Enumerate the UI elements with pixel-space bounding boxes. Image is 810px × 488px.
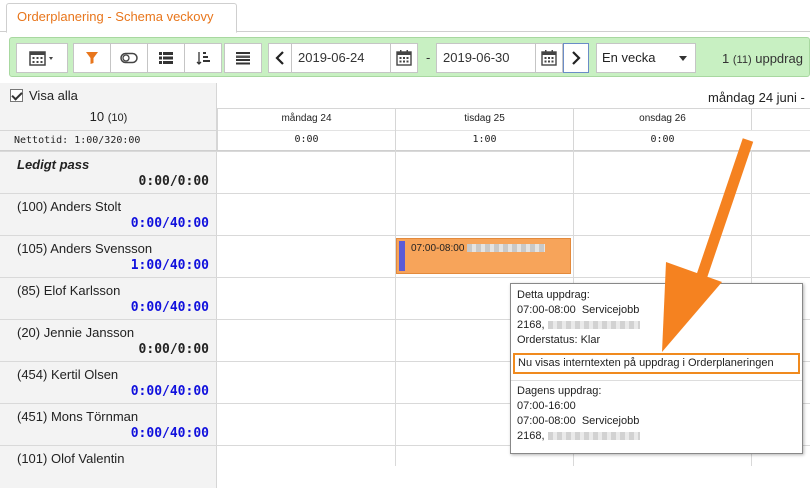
chevron-down-icon xyxy=(679,56,687,61)
toggle-icon xyxy=(120,52,138,64)
calendar-icon xyxy=(29,51,53,66)
filter-button[interactable] xyxy=(73,43,111,73)
show-all-toggle[interactable]: Visa alla xyxy=(10,88,78,103)
details-button[interactable] xyxy=(224,43,262,73)
toolbar: 2019-06-24 - 2019-06-30 En vecka 1 (11) … xyxy=(9,37,810,77)
redacted-text xyxy=(467,244,546,253)
resource-row-header: (451) Mons Törnman 0:00/40:00 xyxy=(0,404,217,446)
redacted-text xyxy=(547,321,640,330)
resource-hours: 1:00/40:00 xyxy=(130,258,209,273)
resource-row-header: (101) Olof Valentin xyxy=(0,446,217,488)
day-total-tuesday: 1:00 xyxy=(395,130,573,150)
order-block-time: 07:00-08:00 xyxy=(411,243,465,254)
net-time-summary: Nettotid: 1:00/320:00 xyxy=(0,130,217,150)
order-status-bar xyxy=(399,241,405,271)
caret-down-icon xyxy=(49,57,53,60)
date-to-input[interactable]: 2019-06-30 xyxy=(436,43,536,73)
list-view-button[interactable] xyxy=(147,43,185,73)
resource-row-header: (20) Jennie Jansson 0:00/0:00 xyxy=(0,320,217,362)
tooltip-day-heading: Dagens uppdrag: xyxy=(517,385,602,397)
tooltip-day-customer: 2168, xyxy=(517,429,796,444)
period-select-value: En vecka xyxy=(602,50,656,65)
calendar-menu-button[interactable] xyxy=(16,43,68,73)
resource-row-header: (105) Anders Svensson 1:00/40:00 xyxy=(0,236,217,278)
sort-button[interactable] xyxy=(184,43,222,73)
order-tooltip: Detta uppdrag: 07:00-08:00 Servicejobb 2… xyxy=(510,283,803,454)
period-select[interactable]: En vecka xyxy=(596,43,696,73)
grid-line xyxy=(395,150,396,466)
resource-count: 10 (10) xyxy=(0,109,217,124)
resource-name: (454) Kertil Olsen xyxy=(17,367,119,382)
chevron-left-icon xyxy=(275,51,284,65)
resource-name: (101) Olof Valentin xyxy=(17,451,125,466)
toggle-button[interactable] xyxy=(110,43,148,73)
resource-hours: 0:00/40:00 xyxy=(130,216,209,231)
date-from-input[interactable]: 2019-06-24 xyxy=(291,43,391,73)
day-header-tuesday: tisdag 25 xyxy=(395,108,573,130)
date-range-separator: - xyxy=(426,50,431,65)
resource-row[interactable]: Ledigt pass 0:00/0:00 xyxy=(0,151,810,194)
status-text: uppdrag xyxy=(755,51,803,66)
tab-orderplanering[interactable]: Orderplanering - Schema veckovy xyxy=(6,3,237,33)
next-week-button[interactable] xyxy=(563,43,589,73)
status-count: 1 xyxy=(722,51,730,66)
day-total-wednesday: 0:00 xyxy=(573,130,751,150)
resource-hours: 0:00/40:00 xyxy=(130,300,209,315)
day-total-monday: 0:00 xyxy=(217,130,395,150)
status-total: (11) xyxy=(732,54,752,66)
resource-row[interactable]: (100) Anders Stolt 0:00/40:00 xyxy=(0,193,810,236)
tooltip-this-heading: Detta uppdrag: xyxy=(517,289,590,301)
tooltip-day-range: 07:00-16:00 xyxy=(517,400,576,412)
resource-hours: 0:00/0:00 xyxy=(138,342,209,357)
resource-row-header: (454) Kertil Olsen 0:00/40:00 xyxy=(0,362,217,404)
calendar-icon xyxy=(541,50,557,66)
show-all-label: Visa alla xyxy=(29,88,78,103)
date-from-picker-button[interactable] xyxy=(390,43,418,73)
resource-name: (20) Jennie Jansson xyxy=(17,325,135,340)
resource-row-header: Ledigt pass 0:00/0:00 xyxy=(0,152,217,194)
order-block[interactable]: 07:00-08:00 xyxy=(396,238,571,274)
resource-name: Ledigt pass xyxy=(17,157,90,172)
tab-strip: Orderplanering - Schema veckovy xyxy=(0,0,810,33)
list-icon xyxy=(159,52,173,64)
tooltip-day-line: 07:00-08:00 Servicejobb xyxy=(517,415,640,427)
order-count-status: 1 (11) uppdrag xyxy=(722,51,803,66)
show-all-checkbox[interactable] xyxy=(10,89,23,102)
chevron-right-icon xyxy=(572,51,581,65)
filter-icon xyxy=(86,52,98,64)
resource-name: (105) Anders Svensson xyxy=(17,241,153,256)
resource-count-total: (10) xyxy=(107,112,128,124)
week-title: måndag 24 juni - xyxy=(708,90,805,105)
prev-week-button[interactable] xyxy=(268,43,292,73)
redacted-text xyxy=(547,432,640,441)
tooltip-customer-number: 2168, xyxy=(517,319,545,331)
day-header-monday: måndag 24 xyxy=(217,108,395,130)
calendar-icon xyxy=(396,50,412,66)
resource-name: (85) Elof Karlsson xyxy=(17,283,121,298)
tooltip-order-status: Orderstatus: Klar xyxy=(517,334,601,346)
resource-hours: 0:00/40:00 xyxy=(130,426,209,441)
tooltip-separator xyxy=(511,380,802,381)
resource-hours: 0:00/0:00 xyxy=(138,174,209,189)
resource-name: (100) Anders Stolt xyxy=(17,199,122,214)
text-lines-icon xyxy=(236,51,250,64)
resource-row-header: (100) Anders Stolt 0:00/40:00 xyxy=(0,194,217,236)
order-block-label: 07:00-08:00 xyxy=(411,243,546,254)
date-to-picker-button[interactable] xyxy=(535,43,563,73)
day-header-wednesday: onsdag 26 xyxy=(573,108,751,130)
day-header-thursday xyxy=(751,108,810,130)
tooltip-customer-number: 2168, xyxy=(517,430,545,442)
resource-hours: 0:00/40:00 xyxy=(130,384,209,399)
tooltip-this-line: 07:00-08:00 Servicejobb xyxy=(517,304,640,316)
resource-name: (451) Mons Törnman xyxy=(17,409,139,424)
resource-count-value: 10 xyxy=(89,109,105,124)
resource-row-header: (85) Elof Karlsson 0:00/40:00 xyxy=(0,278,217,320)
tooltip-internal-text: Nu visas interntexten på uppdrag i Order… xyxy=(513,353,800,374)
sort-icon xyxy=(196,52,210,65)
tooltip-this-customer: 2168, xyxy=(517,318,796,333)
